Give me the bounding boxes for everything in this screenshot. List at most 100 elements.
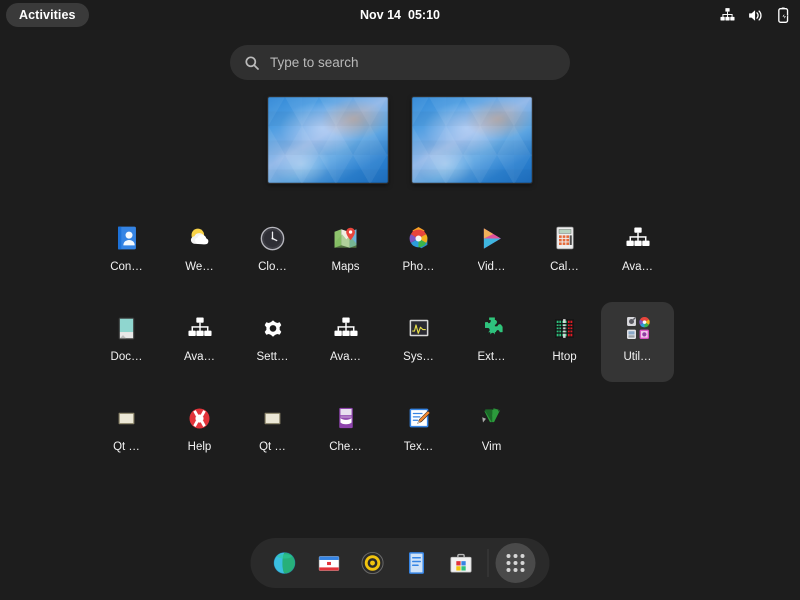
app-grid-row: Con… We… Clo… Maps Pho… Vid… Cal… Ava… <box>90 212 710 292</box>
activities-button[interactable]: Activities <box>6 3 89 27</box>
workspace-thumbnails <box>0 97 800 183</box>
document-icon <box>405 551 429 575</box>
app-icon-clocks[interactable]: Clo… <box>236 212 309 292</box>
contacts-icon <box>111 222 143 254</box>
cheese-icon <box>330 402 362 434</box>
settings-icon <box>257 312 289 344</box>
dash-software[interactable] <box>441 543 481 583</box>
app-label: Qt … <box>113 441 140 453</box>
mail-icon <box>316 551 341 576</box>
app-icon-avahi-zeroconf[interactable]: Ava… <box>601 212 674 292</box>
dash <box>250 538 550 588</box>
workspace-thumbnail-2[interactable] <box>412 97 532 183</box>
dash-text-editor[interactable] <box>397 543 437 583</box>
app-label: Sys… <box>403 351 434 363</box>
top-bar: Activities Nov 14 05:10 <box>0 0 800 30</box>
grid-dots-icon <box>506 554 525 572</box>
app-icon-maps[interactable]: Maps <box>309 212 382 292</box>
workspace-wallpaper-pattern <box>268 97 388 183</box>
app-grid-row: Qt … Help Qt … Che… Tex… Vim <box>90 392 710 472</box>
search-entry[interactable]: Type to search <box>230 45 570 80</box>
app-label: Con… <box>110 261 143 273</box>
htop-icon <box>549 312 581 344</box>
app-label: Ext… <box>477 351 506 363</box>
dash-music[interactable] <box>353 543 393 583</box>
clock-area: Nov 14 05:10 <box>0 0 800 30</box>
avahi-icon <box>184 312 216 344</box>
app-label: Sett… <box>256 351 289 363</box>
search-icon <box>244 55 260 71</box>
volume-icon[interactable] <box>747 7 764 24</box>
videos-icon <box>476 222 508 254</box>
clocks-icon <box>257 222 289 254</box>
datetime-menu-button[interactable]: Nov 14 05:10 <box>360 8 440 22</box>
app-icon-extensions[interactable]: Ext… <box>455 302 528 382</box>
app-label: Cal… <box>550 261 579 273</box>
workspace-wallpaper-pattern <box>412 97 532 183</box>
app-label: Vim <box>481 441 502 453</box>
gnome-shell-overview: Activities Nov 14 05:10 Type to search C… <box>0 0 800 600</box>
text-editor-icon <box>403 402 435 434</box>
app-label: We… <box>185 261 214 273</box>
app-icon-avahi-ssh[interactable]: Ava… <box>163 302 236 382</box>
app-label: Pho… <box>402 261 435 273</box>
dash-mail[interactable] <box>309 543 349 583</box>
music-icon <box>360 550 386 576</box>
battery-charging-icon[interactable] <box>775 7 792 24</box>
app-icon-contacts[interactable]: Con… <box>90 212 163 292</box>
app-icon-settings[interactable]: Sett… <box>236 302 309 382</box>
dash-web-browser[interactable] <box>265 543 305 583</box>
network-wired-icon[interactable] <box>719 7 736 24</box>
utilities-folder-icon <box>622 312 654 344</box>
documents-icon <box>111 312 143 344</box>
app-grid-row: Doc… Ava… Sett… Ava… Sys… Ext… Htop Util… <box>90 302 710 382</box>
help-icon <box>184 402 216 434</box>
workspace-thumbnail-1[interactable] <box>268 97 388 183</box>
app-icon-vim[interactable]: Vim <box>455 392 528 472</box>
app-icon-avahi-vnc[interactable]: Ava… <box>309 302 382 382</box>
app-icon-qt-assistant[interactable]: Qt … <box>90 392 163 472</box>
maps-icon <box>330 222 362 254</box>
app-label: Util… <box>623 351 652 363</box>
globe-icon <box>272 550 298 576</box>
app-label: Ava… <box>329 351 362 363</box>
app-folder-utilities[interactable]: Util… <box>601 302 674 382</box>
app-label: Ava… <box>183 351 216 363</box>
app-icon-weather[interactable]: We… <box>163 212 236 292</box>
calculator-icon <box>549 222 581 254</box>
software-icon <box>448 551 473 576</box>
app-label: Maps <box>331 261 360 273</box>
app-label: Ava… <box>621 261 654 273</box>
system-monitor-icon <box>403 312 435 344</box>
app-icon-cheese[interactable]: Che… <box>309 392 382 472</box>
app-icon-help[interactable]: Help <box>163 392 236 472</box>
photos-icon <box>403 222 435 254</box>
app-grid: Con… We… Clo… Maps Pho… Vid… Cal… Ava… D… <box>90 212 710 472</box>
dash-separator <box>487 549 489 577</box>
app-icon-photos[interactable]: Pho… <box>382 212 455 292</box>
app-label: Clo… <box>258 261 287 273</box>
avahi-icon <box>622 222 654 254</box>
app-label: Htop <box>552 351 577 363</box>
search-placeholder: Type to search <box>270 55 359 70</box>
show-applications-button[interactable] <box>495 543 536 583</box>
system-status-area[interactable] <box>719 0 792 30</box>
app-icon-text-editor[interactable]: Tex… <box>382 392 455 472</box>
app-icon-documents[interactable]: Doc… <box>90 302 163 382</box>
clock-time: 05:10 <box>408 8 440 22</box>
extensions-icon <box>476 312 508 344</box>
vim-icon <box>476 402 508 434</box>
app-label: Qt … <box>259 441 286 453</box>
app-label: Doc… <box>110 351 143 363</box>
app-icon-qt-designer[interactable]: Qt … <box>236 392 309 472</box>
app-label: Tex… <box>403 441 434 453</box>
qt-window-icon <box>257 402 289 434</box>
app-icon-videos[interactable]: Vid… <box>455 212 528 292</box>
app-icon-htop[interactable]: Htop <box>528 302 601 382</box>
qt-window-icon <box>111 402 143 434</box>
app-label: Help <box>187 441 212 453</box>
avahi-icon <box>330 312 362 344</box>
app-icon-calculator[interactable]: Cal… <box>528 212 601 292</box>
app-icon-system-monitor[interactable]: Sys… <box>382 302 455 382</box>
weather-icon <box>184 222 216 254</box>
